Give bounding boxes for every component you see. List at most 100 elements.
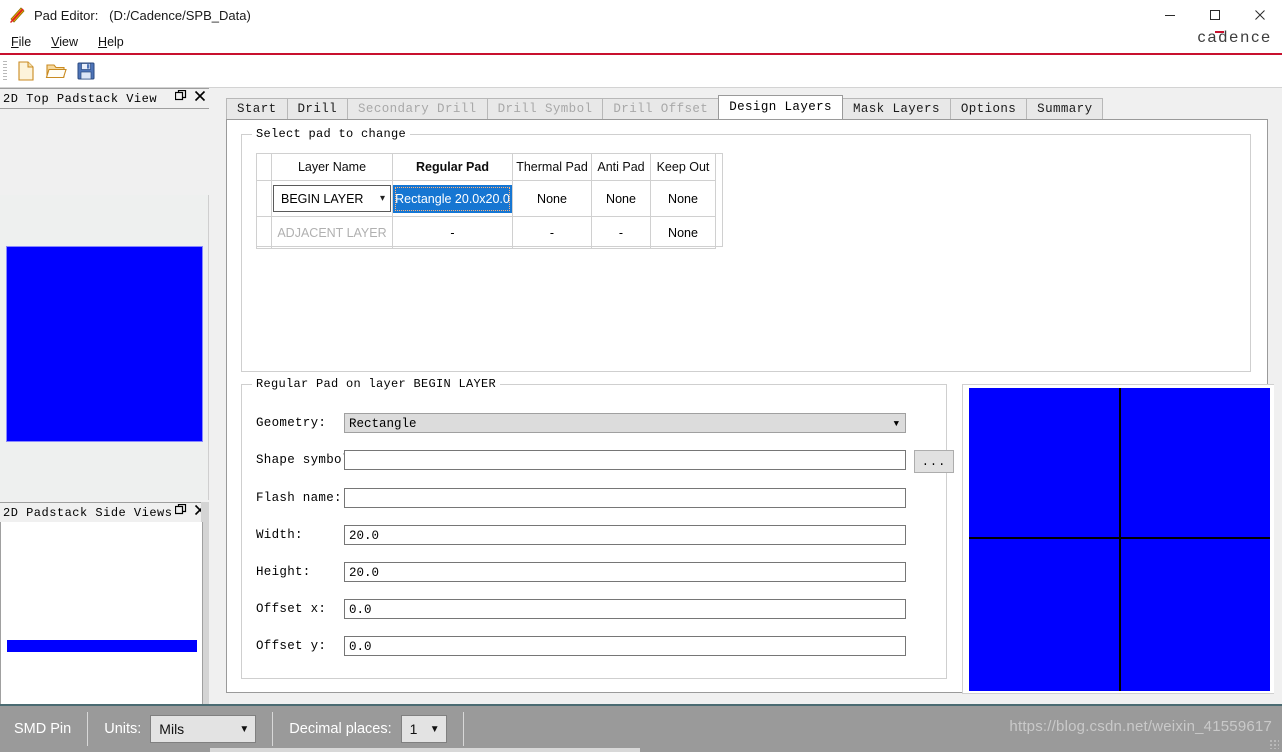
open-folder-icon[interactable]	[41, 57, 71, 85]
field-row-offset-y: Offset y: 0.0	[256, 636, 926, 658]
offset-x-input[interactable]: 0.0	[344, 599, 906, 619]
cell-thermal-pad[interactable]: -	[512, 216, 592, 249]
top-padstack-view[interactable]	[0, 195, 209, 500]
row-handle[interactable]	[256, 180, 272, 217]
height-input[interactable]: 20.0	[344, 562, 906, 582]
resize-grip[interactable]	[1269, 739, 1279, 749]
maximize-button[interactable]	[1192, 0, 1237, 30]
cell-layer-name[interactable]: ADJACENT LAYER	[271, 216, 393, 249]
pad-editor-icon	[9, 6, 27, 24]
pin-type-label: SMD Pin	[14, 721, 72, 737]
chevron-down-icon: ▼	[239, 723, 250, 735]
table-row: ADJACENT LAYER - - - None	[256, 216, 716, 249]
menu-view-label: iew	[59, 34, 79, 49]
decimal-places-combo[interactable]: 1 ▼	[400, 715, 447, 743]
menu-file[interactable]: File	[2, 33, 40, 51]
wizard-tabstrip: Start Drill Secondary Drill Drill Symbol…	[226, 95, 1104, 119]
tab-start[interactable]: Start	[226, 98, 288, 119]
minimize-button[interactable]	[1147, 0, 1192, 30]
geometry-combo[interactable]: Rectangle ▼	[344, 413, 906, 433]
top-pad-shape	[6, 246, 203, 442]
header-regular-pad: Regular Pad	[392, 153, 513, 181]
tab-summary[interactable]: Summary	[1026, 98, 1104, 119]
field-row-flash-name: Flash name:	[256, 488, 926, 510]
menu-file-label: ile	[18, 34, 32, 49]
left-dock: 2D Top Padstack View 2D Padstack Side Vi…	[0, 88, 209, 752]
field-row-geometry: Geometry: Rectangle ▼	[256, 413, 926, 435]
offset-x-label: Offset x:	[256, 602, 327, 616]
geometry-label: Geometry:	[256, 416, 327, 430]
select-pad-group: Select pad to change Layer Name Regular …	[241, 127, 1251, 372]
header-thermal-pad: Thermal Pad	[512, 153, 592, 181]
close-button[interactable]	[1237, 0, 1282, 30]
save-disk-icon[interactable]	[71, 57, 101, 85]
tab-options[interactable]: Options	[949, 98, 1028, 119]
header-anti-pad: Anti Pad	[591, 153, 651, 181]
right-gutter	[1274, 88, 1282, 704]
header-keep-out: Keep Out	[650, 153, 716, 181]
tab-drill[interactable]: Drill	[286, 98, 349, 119]
pad-preview[interactable]	[962, 384, 1282, 694]
undock-icon[interactable]	[175, 90, 187, 102]
cell-layer-name[interactable]: BEGIN LAYER ▾	[271, 180, 393, 217]
regular-pad-value[interactable]: Rectangle 20.0x20.0	[393, 184, 512, 213]
layer-name-combo[interactable]: BEGIN LAYER ▾	[273, 185, 391, 212]
tab-secondary-drill: Secondary Drill	[347, 98, 488, 119]
cell-anti-pad[interactable]: None	[591, 180, 651, 217]
units-value: Mils	[159, 721, 185, 737]
status-separator	[87, 712, 89, 746]
cell-anti-pad[interactable]: -	[591, 216, 651, 249]
width-input[interactable]: 20.0	[344, 525, 906, 545]
cadence-brand-text: cadence	[1197, 29, 1272, 46]
side-views-panel-title: 2D Padstack Side Views	[3, 505, 173, 520]
flash-name-label: Flash name:	[256, 491, 342, 505]
table-header-row: Layer Name Regular Pad Thermal Pad Anti …	[256, 153, 716, 181]
chevron-down-icon: ▼	[429, 723, 440, 735]
top-padstack-panel-header: 2D Top Padstack View	[0, 88, 209, 109]
status-separator	[462, 712, 464, 746]
close-icon[interactable]	[194, 90, 206, 102]
height-label: Height:	[256, 565, 311, 579]
units-combo[interactable]: Mils ▼	[150, 715, 257, 743]
new-icon[interactable]	[11, 57, 41, 85]
pad-editor-window: Pad Editor: (D:/Cadence/SPB_Data) File V…	[0, 0, 1282, 752]
field-row-offset-x: Offset x: 0.0	[256, 599, 926, 621]
geometry-value: Rectangle	[349, 416, 417, 431]
cell-regular-pad[interactable]: Rectangle 20.0x20.0	[392, 180, 513, 217]
toolbar-grip[interactable]	[3, 61, 7, 81]
shape-symbol-input[interactable]	[344, 450, 906, 470]
title-bar: Pad Editor: (D:/Cadence/SPB_Data)	[0, 0, 1282, 30]
offset-y-input[interactable]: 0.0	[344, 636, 906, 656]
header-layer-name: Layer Name	[271, 153, 393, 181]
cell-regular-pad[interactable]: -	[392, 216, 513, 249]
flash-name-input[interactable]	[344, 488, 906, 508]
horizontal-scrollbar[interactable]	[210, 748, 640, 752]
window-title: Pad Editor: (D:/Cadence/SPB_Data)	[34, 7, 251, 23]
shape-symbol-browse-button[interactable]: ...	[914, 450, 954, 473]
pad-layer-table: Layer Name Regular Pad Thermal Pad Anti …	[256, 153, 716, 249]
undock-icon[interactable]	[175, 504, 187, 516]
design-layers-page: Select pad to change Layer Name Regular …	[226, 119, 1282, 694]
menu-bar: File View Help	[0, 30, 1282, 53]
chevron-down-icon: ▼	[893, 418, 899, 429]
decimal-places-label: Decimal places:	[289, 721, 392, 737]
cell-keep-out[interactable]: None	[650, 216, 716, 249]
row-handle[interactable]	[256, 216, 272, 249]
main-panel: Start Drill Secondary Drill Drill Symbol…	[214, 88, 1282, 704]
regular-pad-group: Regular Pad on layer BEGIN LAYER Geometr…	[241, 377, 954, 679]
menu-view[interactable]: View	[42, 33, 87, 51]
crosshair-vertical	[1119, 388, 1121, 691]
units-label: Units:	[104, 721, 142, 737]
tab-design-layers[interactable]: Design Layers	[718, 95, 843, 119]
status-decimal-places: Decimal places: 1 ▼	[275, 706, 460, 752]
cell-keep-out[interactable]: None	[650, 180, 716, 217]
field-row-height: Height: 20.0	[256, 562, 926, 584]
crosshair-horizontal	[969, 537, 1270, 539]
side-views-panel-header: 2D Padstack Side Views	[0, 502, 209, 523]
menu-help[interactable]: Help	[89, 33, 133, 51]
tab-mask-layers[interactable]: Mask Layers	[841, 98, 951, 119]
cell-thermal-pad[interactable]: None	[512, 180, 592, 217]
menu-help-label: elp	[107, 34, 124, 49]
width-label: Width:	[256, 528, 303, 542]
cadence-brand: cadence	[1198, 29, 1273, 47]
